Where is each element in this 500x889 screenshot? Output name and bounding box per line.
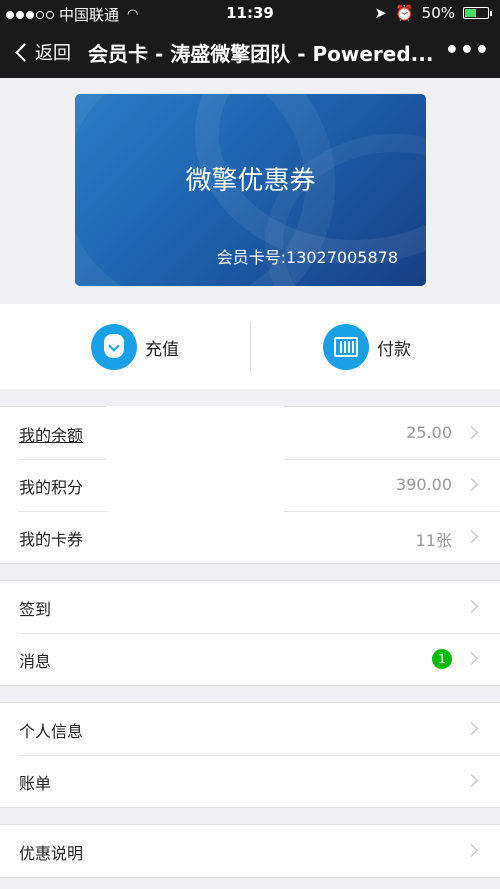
points-label: 我的积分	[19, 478, 84, 497]
bill-row[interactable]: 账单	[0, 755, 500, 807]
unread-badge: 1	[432, 649, 452, 669]
chevron-right-icon	[465, 652, 478, 665]
member-card: 微擎优惠券 会员卡号:13027005878	[75, 94, 426, 286]
profile-row[interactable]: 个人信息	[0, 703, 500, 755]
chevron-right-icon	[465, 426, 478, 439]
chevron-left-icon	[15, 42, 34, 62]
back-label: 返回	[35, 43, 71, 64]
balance-label: 我的余额	[19, 426, 84, 445]
checkin-row[interactable]: 签到	[0, 581, 500, 633]
status-right: ➤ ⏰ 50%	[374, 4, 492, 22]
barcode-icon	[323, 324, 369, 370]
card-area: 微擎优惠券 会员卡号:13027005878	[0, 78, 500, 304]
points-value: 390.00	[396, 475, 452, 494]
card-number: 会员卡号:13027005878	[216, 248, 398, 267]
messages-label: 消息	[19, 652, 52, 671]
pay-label: 付款	[377, 339, 411, 360]
location-icon: ➤	[374, 4, 387, 22]
alarm-icon: ⏰	[394, 4, 414, 22]
discount-info-label: 优惠说明	[19, 844, 84, 863]
pay-button[interactable]: 付款	[323, 324, 411, 370]
chevron-right-icon	[465, 844, 478, 857]
bill-label: 账单	[19, 774, 52, 793]
chevron-right-icon	[465, 774, 478, 787]
redaction-block	[106, 406, 284, 562]
coupons-label: 我的卡券	[19, 530, 84, 549]
discount-info-row[interactable]: 优惠说明	[0, 825, 500, 877]
checkin-label: 签到	[19, 600, 52, 619]
battery-icon	[463, 7, 492, 19]
action-bar: 充值 付款	[0, 304, 500, 389]
card-title: 微擎优惠券	[185, 166, 316, 196]
profile-label: 个人信息	[19, 722, 84, 741]
money-bag-icon	[91, 324, 137, 370]
activity-group: 签到 消息 1	[0, 580, 500, 686]
battery-percent: 50%	[421, 4, 455, 22]
messages-row[interactable]: 消息 1	[0, 633, 500, 685]
chevron-right-icon	[465, 530, 478, 543]
more-icon[interactable]: •••	[445, 38, 490, 63]
chevron-right-icon	[465, 600, 478, 613]
coupons-value: 11张	[415, 531, 452, 550]
info-group: 优惠说明	[0, 824, 500, 878]
balance-value: 25.00	[406, 423, 452, 442]
action-divider	[250, 322, 251, 372]
back-button[interactable]: 返回	[14, 39, 71, 65]
chevron-right-icon	[465, 722, 478, 735]
recharge-label: 充值	[145, 339, 179, 360]
profile-group: 个人信息 账单	[0, 702, 500, 808]
status-bar: 中国联通 ◠ 11:39 ➤ ⏰ 50%	[0, 0, 500, 26]
page-title: 会员卡 - 涛盛微擎团队 - Powered...	[88, 42, 434, 66]
chevron-right-icon	[465, 478, 478, 491]
recharge-button[interactable]: 充值	[91, 324, 179, 370]
nav-bar: 返回 会员卡 - 涛盛微擎团队 - Powered... •••	[0, 26, 500, 78]
